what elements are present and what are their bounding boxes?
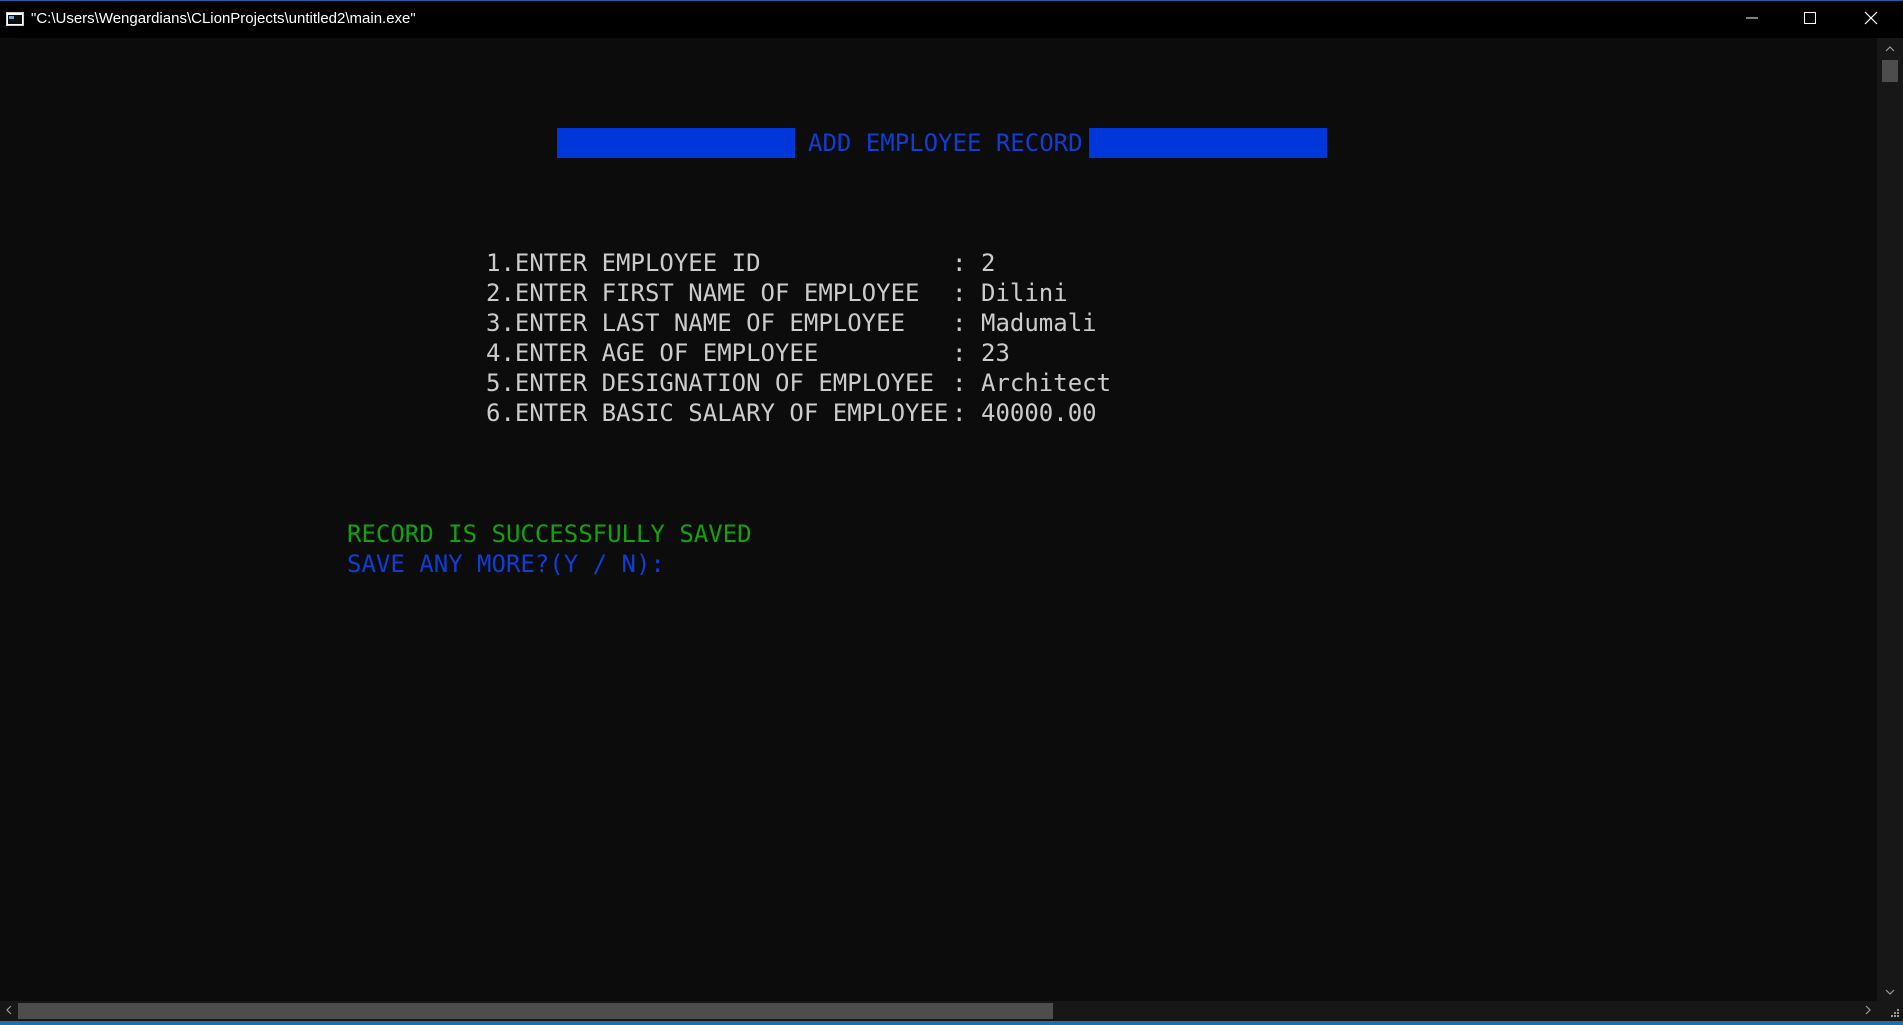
form-label: 3.ENTER LAST NAME OF EMPLOYEE	[486, 309, 906, 337]
form-separator: :	[952, 369, 967, 397]
scroll-up-button[interactable]	[1877, 38, 1903, 58]
minimize-button[interactable]	[1723, 1, 1781, 39]
scroll-down-button[interactable]	[1877, 981, 1903, 1001]
banner-bar-left	[557, 128, 795, 158]
form-row-employee-id: 1.ENTER EMPLOYEE ID : 2	[486, 248, 1111, 278]
form-value: 23	[981, 339, 1010, 367]
horizontal-scrollbar[interactable]	[0, 1001, 1877, 1021]
horizontal-scroll-thumb[interactable]	[18, 1003, 1053, 1019]
form-value: 40000.00	[981, 399, 1097, 427]
form-row-designation: 5.ENTER DESIGNATION OF EMPLOYEE : Archit…	[486, 368, 1111, 398]
form-separator: :	[952, 399, 967, 427]
window-border	[0, 1021, 1903, 1025]
close-button[interactable]	[1839, 1, 1903, 39]
vertical-scrollbar[interactable]	[1877, 38, 1903, 1001]
minimize-icon	[1746, 11, 1758, 29]
form-separator: :	[952, 249, 967, 277]
form-separator: :	[952, 279, 967, 307]
console-output[interactable]: ADD EMPLOYEE RECORD 1.ENTER EMPLOYEE ID …	[0, 38, 1877, 1001]
vertical-scroll-thumb[interactable]	[1882, 60, 1898, 82]
save-more-prompt[interactable]: SAVE ANY MORE?(Y / N):	[347, 549, 665, 579]
form-label: 5.ENTER DESIGNATION OF EMPLOYEE	[486, 369, 934, 397]
chevron-up-icon	[1885, 39, 1895, 57]
form-label: 4.ENTER AGE OF EMPLOYEE	[486, 339, 819, 367]
form-row-first-name: 2.ENTER FIRST NAME OF EMPLOYEE : Dilini	[486, 278, 1111, 308]
form-value: 2	[981, 249, 996, 277]
form-value: Dilini	[981, 279, 1068, 307]
chevron-down-icon	[1885, 982, 1895, 1000]
close-icon	[1864, 11, 1878, 30]
form-value: Architect	[981, 369, 1112, 397]
form-row-age: 4.ENTER AGE OF EMPLOYEE : 23	[486, 338, 1111, 368]
form-separator: :	[952, 309, 967, 337]
maximize-button[interactable]	[1781, 1, 1839, 39]
chevron-right-icon	[1865, 1002, 1871, 1020]
form-label: 2.ENTER FIRST NAME OF EMPLOYEE	[486, 279, 920, 307]
resize-grip-icon[interactable]	[1877, 1001, 1903, 1021]
title-bar[interactable]: "C:\Users\Wengardians\CLionProjects\unti…	[0, 0, 1903, 38]
form-value: Madumali	[981, 309, 1097, 337]
console-window: "C:\Users\Wengardians\CLionProjects\unti…	[0, 0, 1903, 1025]
form-row-basic-salary: 6.ENTER BASIC SALARY OF EMPLOYEE : 40000…	[486, 398, 1111, 428]
banner-bar-right	[1089, 128, 1327, 158]
form-label: 1.ENTER EMPLOYEE ID	[486, 249, 761, 277]
banner-title: ADD EMPLOYEE RECORD	[808, 129, 1083, 157]
maximize-icon	[1804, 11, 1816, 29]
form-separator: :	[952, 339, 967, 367]
console-app-icon	[6, 12, 24, 26]
form-label: 6.ENTER BASIC SALARY OF EMPLOYEE	[486, 399, 949, 427]
scroll-right-button[interactable]	[1859, 1001, 1877, 1021]
form-row-last-name: 3.ENTER LAST NAME OF EMPLOYEE : Madumali	[486, 308, 1111, 338]
chevron-left-icon	[6, 1002, 12, 1020]
window-title: "C:\Users\Wengardians\CLionProjects\unti…	[31, 10, 416, 27]
success-message: RECORD IS SUCCESSFULLY SAVED	[347, 520, 752, 548]
employee-form: 1.ENTER EMPLOYEE ID : 2 2.ENTER FIRST NA…	[486, 248, 1111, 428]
scroll-left-button[interactable]	[0, 1001, 18, 1021]
